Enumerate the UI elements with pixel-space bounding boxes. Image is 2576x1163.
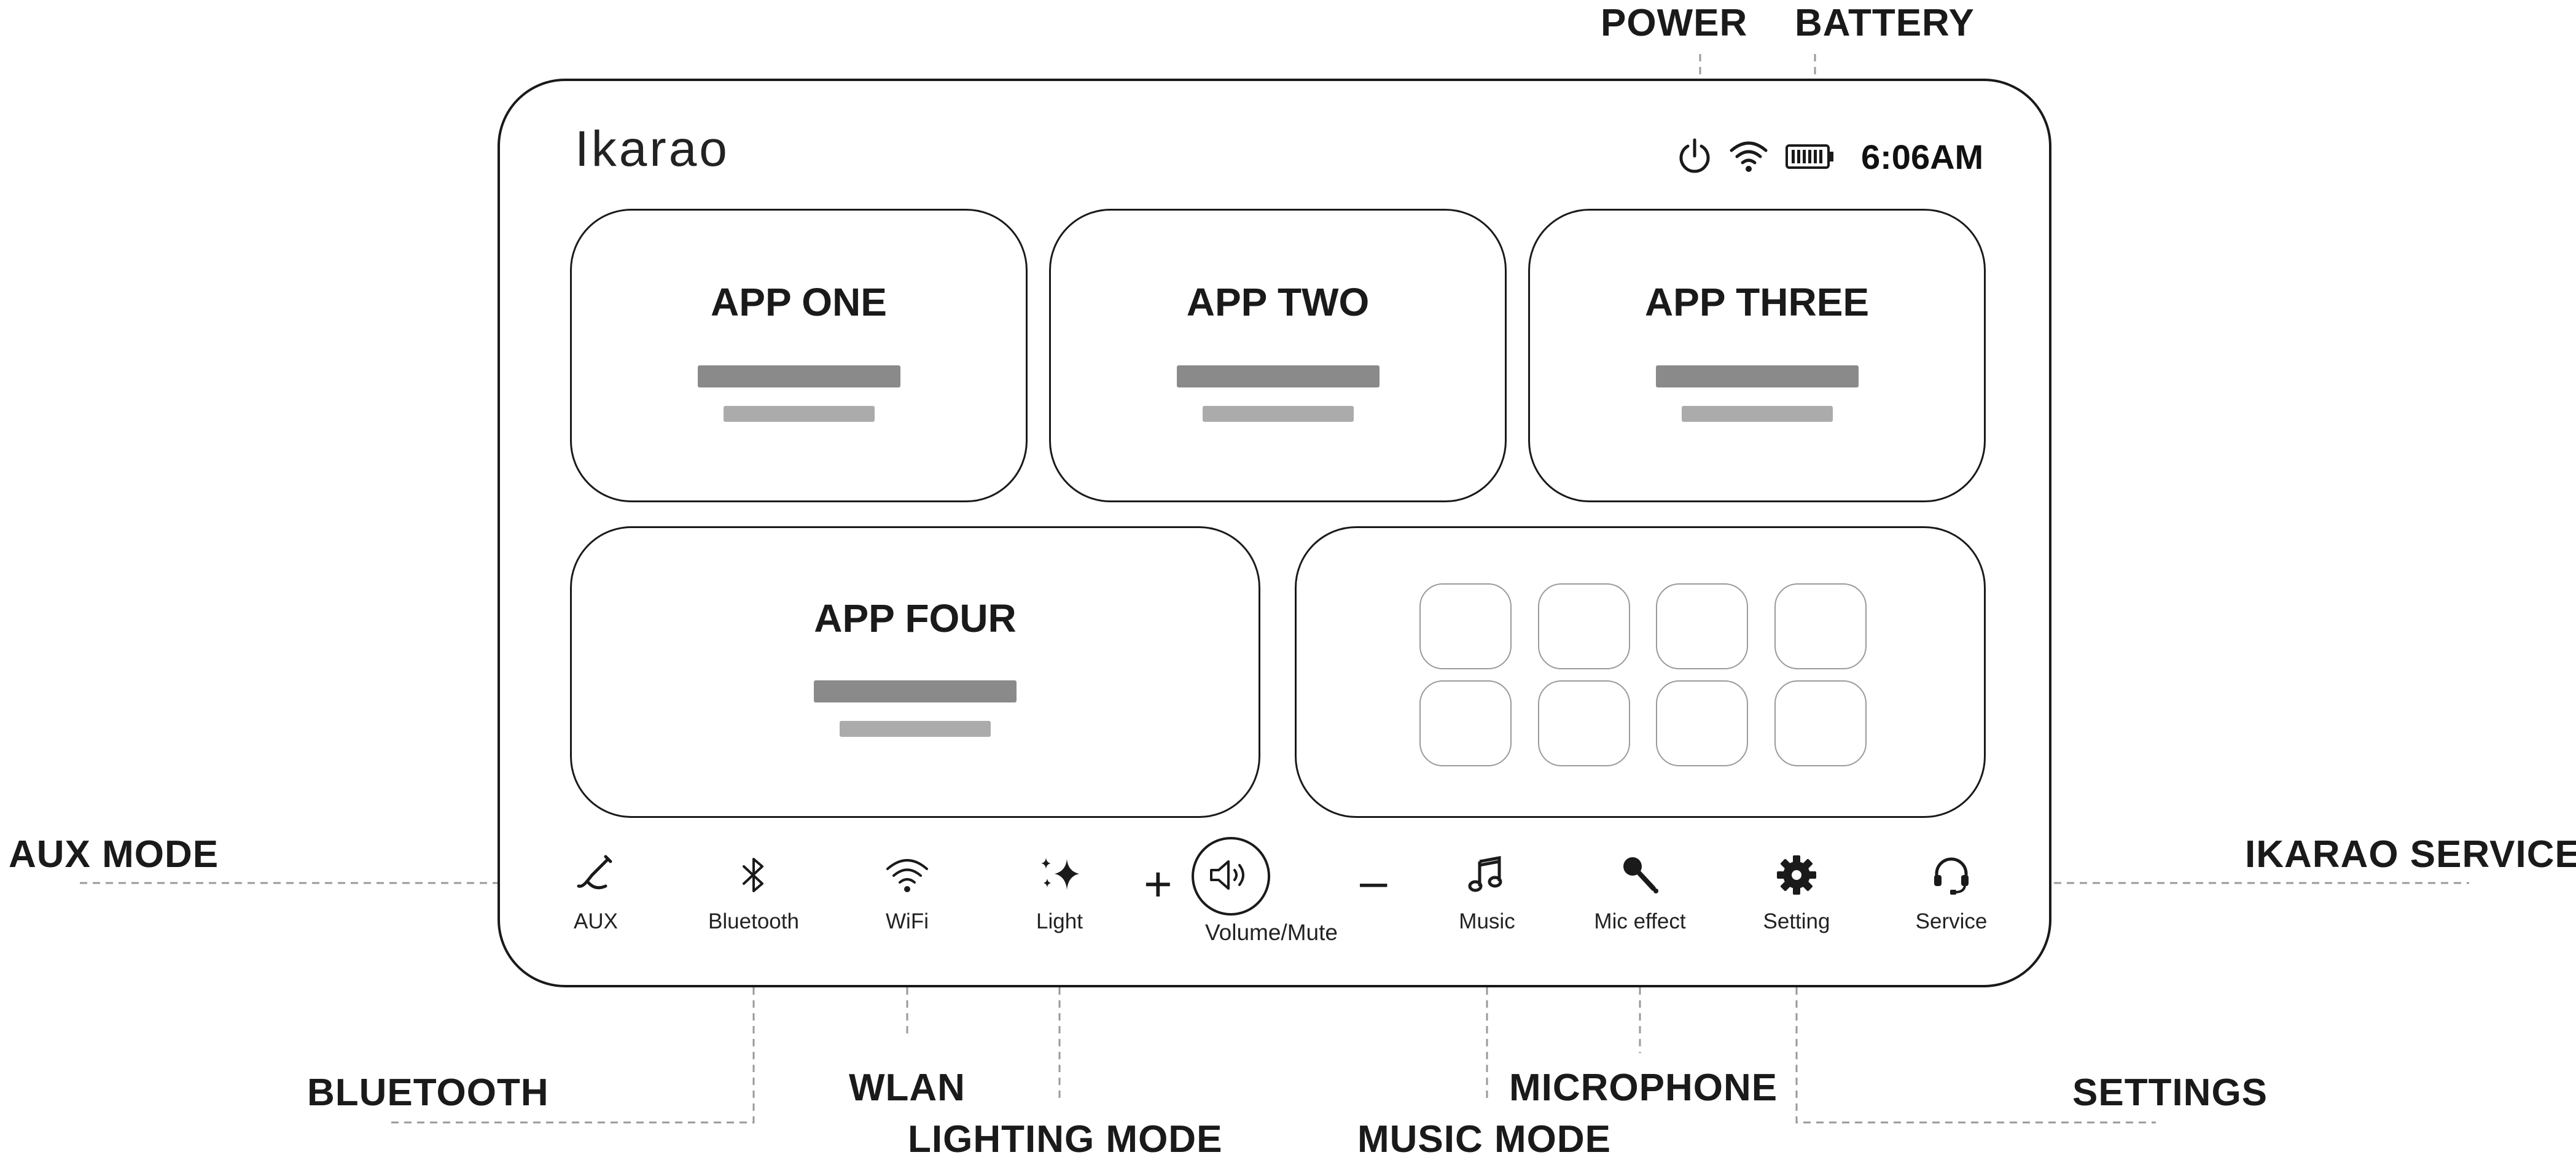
music-note-icon [1419,844,1555,906]
dock-aux-button[interactable]: AUX [528,844,663,934]
dock-label: Service [1915,909,1988,933]
app-card-title: APP THREE [1644,280,1870,324]
power-icon[interactable] [1677,138,1712,176]
headset-icon [1884,844,2019,906]
dock-bluetooth-button[interactable]: Bluetooth [686,844,821,934]
placeholder-bar [723,406,875,422]
app-card-title: APP TWO [1186,280,1370,324]
app-tile[interactable] [1656,583,1748,669]
callout-music-mode: MUSIC MODE [1357,1118,1611,1161]
callout-power: POWER [1601,2,1748,44]
dock-service-button[interactable]: Service [1884,844,2019,934]
dock-wifi-button[interactable]: WiFi [840,844,975,934]
app-grid-card [1295,526,1986,818]
callout-settings: SETTINGS [2072,1072,2268,1114]
app-tile[interactable] [1656,680,1748,766]
callout-battery: BATTERY [1795,2,1975,44]
dock-label: AUX [574,909,618,933]
volume-mute-button[interactable] [1192,837,1270,916]
dock-label: Mic effect [1594,909,1686,933]
app-card-title: APP FOUR [814,596,1017,640]
callout-bluetooth: BLUETOOTH [307,1072,549,1114]
app-card-title: APP ONE [711,280,887,324]
placeholder-bar [1655,365,1859,387]
app-card-three[interactable]: APP THREE [1528,209,1986,502]
gear-icon [1729,844,1864,906]
battery-icon[interactable] [1785,142,1835,171]
placeholder-bar [697,365,900,387]
placeholder-bar [1681,406,1833,422]
volume-up-button[interactable]: + [1144,856,1173,912]
volume-down-button[interactable]: – [1360,853,1388,909]
status-time: 6:06AM [1861,137,1984,176]
wifi-icon[interactable] [1728,139,1769,174]
callout-microphone: MICROPHONE [1509,1067,1778,1109]
callout-lighting-mode: LIGHTING MODE [908,1118,1223,1161]
app-tile[interactable] [1774,680,1867,766]
app-tile[interactable] [1419,583,1512,669]
wifi-icon [840,844,975,906]
app-tile[interactable] [1538,680,1630,766]
placeholder-bar [840,721,991,737]
aux-cable-icon [528,844,663,906]
dock-music-button[interactable]: Music [1419,844,1555,934]
placeholder-bar [1202,406,1354,422]
callout-ikarao-service: IKARAO SERVICE [2245,833,2576,876]
dock-light-button[interactable]: Light [992,844,1127,934]
dock-label: Setting [1763,909,1830,933]
sparkle-icon [992,844,1127,906]
microphone-icon [1572,844,1708,906]
speaker-icon [1206,855,1255,898]
dock-setting-button[interactable]: Setting [1729,844,1864,934]
dock-label: Music [1459,909,1515,933]
status-bar: 6:06AM [1677,132,1983,181]
placeholder-bar [1176,365,1380,387]
app-card-two[interactable]: APP TWO [1049,209,1507,502]
app-tile[interactable] [1538,583,1630,669]
dock-mic-button[interactable]: Mic effect [1572,844,1708,934]
callout-aux-mode: AUX MODE [9,833,219,876]
callout-wlan: WLAN [849,1067,966,1109]
app-card-four[interactable]: APP FOUR [570,526,1260,818]
volume-mute-label: Volume/Mute [1205,920,1338,945]
app-card-one[interactable]: APP ONE [570,209,1028,502]
dock-label: Light [1036,909,1083,933]
app-tile[interactable] [1774,583,1867,669]
brand-logo: Ikarao [575,121,730,177]
bluetooth-icon [686,844,821,906]
placeholder-bar [814,680,1017,702]
app-tile[interactable] [1419,680,1512,766]
dock-label: WiFi [886,909,929,933]
dock-label: Bluetooth [708,909,799,933]
